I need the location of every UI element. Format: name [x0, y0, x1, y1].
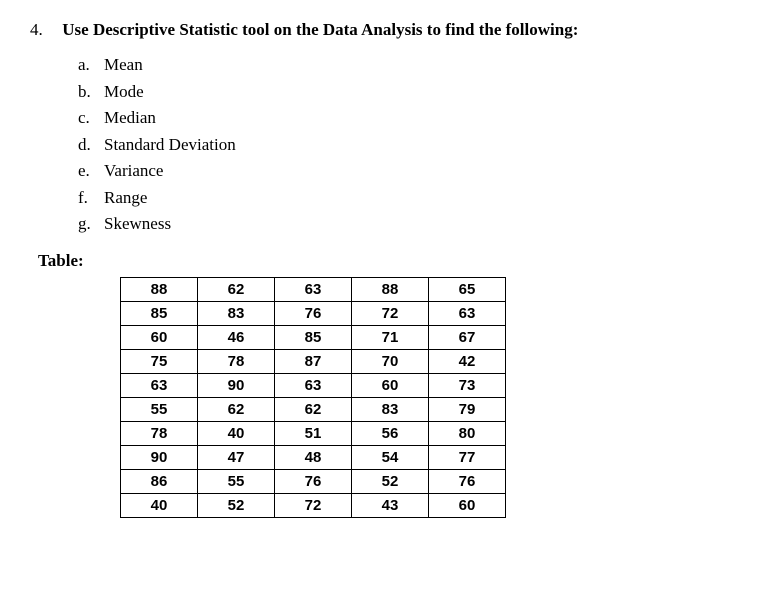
- table-cell: 80: [429, 421, 506, 445]
- table-cell: 70: [352, 349, 429, 373]
- question-text: Use Descriptive Statistic tool on the Da…: [62, 20, 578, 39]
- table-row: 8862638865: [121, 277, 506, 301]
- table-cell: 55: [121, 397, 198, 421]
- table-label: Table:: [38, 251, 727, 271]
- table-cell: 52: [352, 469, 429, 493]
- sublist-letter: c.: [78, 105, 104, 131]
- table-cell: 72: [275, 493, 352, 517]
- table-row: 8583767263: [121, 301, 506, 325]
- sublist-item: a.Mean: [78, 52, 727, 78]
- sublist-item: f.Range: [78, 185, 727, 211]
- table-cell: 75: [121, 349, 198, 373]
- table-cell: 72: [352, 301, 429, 325]
- table-cell: 88: [121, 277, 198, 301]
- table-cell: 52: [198, 493, 275, 517]
- table-row: 7840515680: [121, 421, 506, 445]
- sublist-label: Mean: [104, 55, 143, 74]
- table-cell: 87: [275, 349, 352, 373]
- table-cell: 65: [429, 277, 506, 301]
- data-table: 8862638865858376726360468571677578877042…: [120, 277, 506, 518]
- table-cell: 60: [121, 325, 198, 349]
- table-cell: 54: [352, 445, 429, 469]
- table-cell: 71: [352, 325, 429, 349]
- table-row: 8655765276: [121, 469, 506, 493]
- table-row: 7578877042: [121, 349, 506, 373]
- table-cell: 63: [429, 301, 506, 325]
- table-cell: 40: [121, 493, 198, 517]
- table-cell: 83: [198, 301, 275, 325]
- sublist-label: Variance: [104, 161, 163, 180]
- sublist-letter: f.: [78, 185, 104, 211]
- sublist-label: Range: [104, 188, 147, 207]
- table-row: 5562628379: [121, 397, 506, 421]
- data-table-body: 8862638865858376726360468571677578877042…: [121, 277, 506, 517]
- table-cell: 85: [121, 301, 198, 325]
- table-cell: 47: [198, 445, 275, 469]
- table-cell: 78: [198, 349, 275, 373]
- table-cell: 62: [275, 397, 352, 421]
- sublist-item: d.Standard Deviation: [78, 132, 727, 158]
- sublist-label: Standard Deviation: [104, 135, 236, 154]
- table-cell: 63: [275, 277, 352, 301]
- table-cell: 62: [198, 277, 275, 301]
- sublist-item: e.Variance: [78, 158, 727, 184]
- sublist-label: Mode: [104, 82, 144, 101]
- table-cell: 73: [429, 373, 506, 397]
- sublist-letter: a.: [78, 52, 104, 78]
- table-cell: 83: [352, 397, 429, 421]
- table-cell: 60: [352, 373, 429, 397]
- table-cell: 86: [121, 469, 198, 493]
- table-cell: 88: [352, 277, 429, 301]
- sublist-item: g.Skewness: [78, 211, 727, 237]
- sub-question-list: a.Meanb.Modec.Mediand.Standard Deviation…: [78, 52, 727, 237]
- sublist-item: b.Mode: [78, 79, 727, 105]
- table-cell: 51: [275, 421, 352, 445]
- table-row: 6046857167: [121, 325, 506, 349]
- table-cell: 46: [198, 325, 275, 349]
- table-row: 4052724360: [121, 493, 506, 517]
- table-row: 6390636073: [121, 373, 506, 397]
- sublist-letter: d.: [78, 132, 104, 158]
- table-cell: 76: [275, 469, 352, 493]
- table-cell: 40: [198, 421, 275, 445]
- sublist-label: Skewness: [104, 214, 171, 233]
- table-cell: 77: [429, 445, 506, 469]
- table-cell: 90: [198, 373, 275, 397]
- table-cell: 62: [198, 397, 275, 421]
- sublist-letter: b.: [78, 79, 104, 105]
- table-cell: 60: [429, 493, 506, 517]
- table-cell: 48: [275, 445, 352, 469]
- table-cell: 76: [275, 301, 352, 325]
- question-number: 4.: [30, 20, 58, 40]
- sublist-item: c.Median: [78, 105, 727, 131]
- table-cell: 63: [121, 373, 198, 397]
- table-row: 9047485477: [121, 445, 506, 469]
- table-cell: 79: [429, 397, 506, 421]
- table-cell: 67: [429, 325, 506, 349]
- table-cell: 76: [429, 469, 506, 493]
- table-cell: 90: [121, 445, 198, 469]
- question-line: 4. Use Descriptive Statistic tool on the…: [30, 20, 727, 40]
- table-cell: 55: [198, 469, 275, 493]
- table-cell: 56: [352, 421, 429, 445]
- table-cell: 63: [275, 373, 352, 397]
- table-cell: 85: [275, 325, 352, 349]
- sublist-letter: g.: [78, 211, 104, 237]
- sublist-letter: e.: [78, 158, 104, 184]
- sublist-label: Median: [104, 108, 156, 127]
- table-cell: 43: [352, 493, 429, 517]
- table-cell: 78: [121, 421, 198, 445]
- table-cell: 42: [429, 349, 506, 373]
